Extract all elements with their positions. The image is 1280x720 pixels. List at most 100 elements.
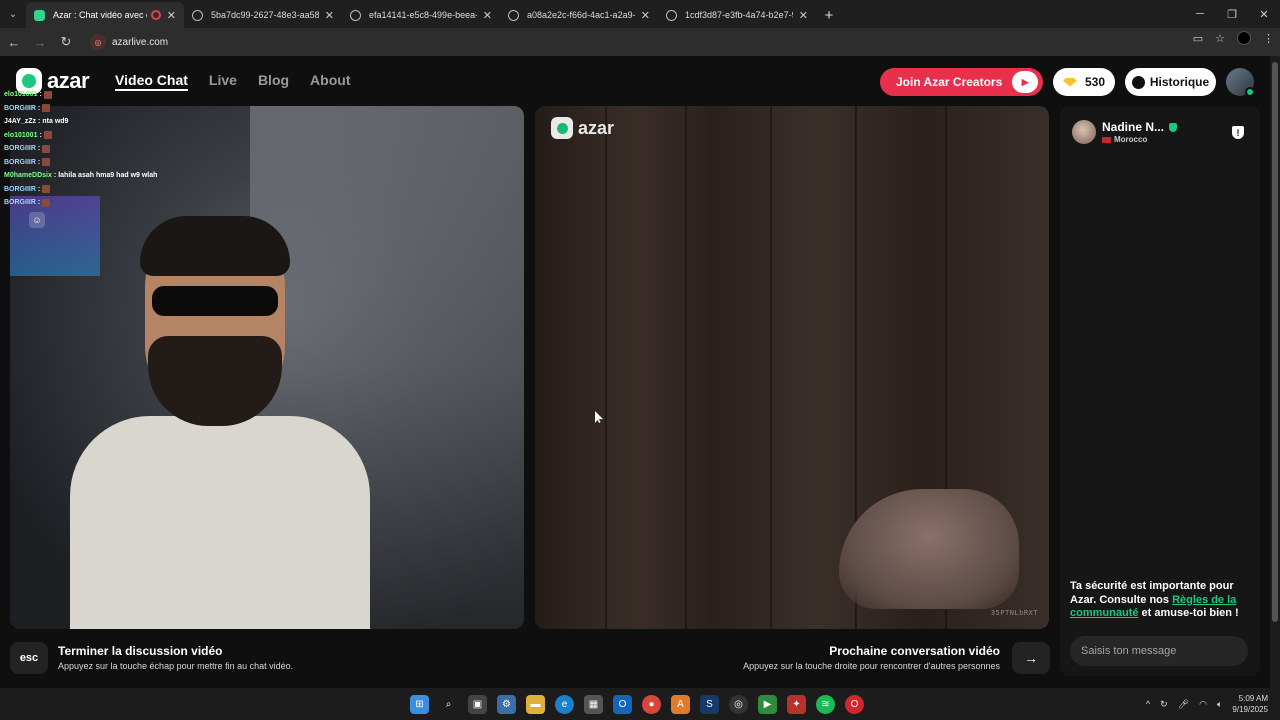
back-icon[interactable]: ←: [2, 30, 26, 54]
tab-title: Azar : Chat vidéo avec de n: [53, 10, 147, 20]
tab-3[interactable]: efa14141-e5c8-499e-beea-950 ✕: [342, 2, 500, 28]
sync-icon[interactable]: ↻: [1160, 699, 1168, 710]
app-circle-icon[interactable]: ◎: [729, 694, 748, 714]
task-view-icon[interactable]: ▣: [468, 694, 487, 714]
bookmark-star-icon[interactable]: ☆: [1215, 32, 1225, 45]
date-text: 9/19/2025: [1232, 705, 1268, 714]
close-tab-icon[interactable]: ✕: [325, 9, 334, 22]
nav-live[interactable]: Live: [209, 72, 237, 91]
chat-line: BORGIIIR:: [4, 102, 157, 116]
peer-profile[interactable]: Nadine N... Morocco: [1072, 120, 1178, 144]
tab-5[interactable]: 1cdf3d87-e3fb-4a74-b2e7-97b ✕: [658, 2, 816, 28]
close-tab-icon[interactable]: ✕: [167, 9, 176, 22]
settings-icon[interactable]: ⚙: [497, 694, 516, 714]
app-green-icon[interactable]: ▶: [758, 694, 777, 714]
opera-icon[interactable]: O: [845, 694, 864, 714]
edge-icon[interactable]: e: [555, 694, 574, 714]
report-icon[interactable]: !: [1232, 126, 1244, 139]
url-field[interactable]: ◎ azarlive.com: [86, 31, 1171, 53]
azar-logo-icon: [551, 117, 573, 139]
chat-line: J4AY_zZz: nta wd9: [4, 118, 69, 125]
streamer-figure: [70, 216, 370, 629]
site-info-icon[interactable]: ◎: [90, 34, 106, 50]
tab-4[interactable]: a08a2e2c-f66d-4ac1-a2a9-e90 ✕: [500, 2, 658, 28]
watermark-text: azar: [578, 117, 615, 138]
safety-notice: Ta sécurité est importante pour Azar. Co…: [1070, 580, 1239, 619]
chrome-icon[interactable]: ●: [642, 694, 661, 714]
close-tab-icon[interactable]: ✕: [483, 9, 492, 22]
profile-icon[interactable]: [1237, 31, 1251, 45]
reload-icon[interactable]: ↻: [54, 30, 78, 54]
volume-icon[interactable]: 🔈︎: [1217, 699, 1222, 710]
tab-azar[interactable]: Azar : Chat vidéo avec de n ✕: [26, 2, 184, 28]
peer-name: Nadine N...: [1102, 120, 1165, 134]
message-input[interactable]: Saisis ton message: [1070, 636, 1248, 666]
user-avatar[interactable]: [1226, 68, 1255, 97]
maximize-icon[interactable]: ❐: [1216, 0, 1248, 28]
tab-2[interactable]: 5ba7dc99-2627-48e3-aa58-e6f ✕: [184, 2, 342, 28]
bottom-controls: esc Terminer la discussion vidéo Appuyez…: [10, 642, 1050, 676]
peer-country: Morocco: [1114, 135, 1148, 144]
store-icon[interactable]: ▦: [584, 694, 603, 714]
browser-tab-bar: ⌄ Azar : Chat vidéo avec de n ✕ 5ba7dc99…: [0, 0, 1280, 28]
taskbar-clock[interactable]: 5:09 AM 9/19/2025: [1232, 693, 1268, 715]
gem-icon: [1062, 77, 1077, 87]
close-tab-icon[interactable]: ✕: [641, 9, 650, 22]
morocco-flag-icon: [1102, 136, 1111, 143]
globe-icon: [192, 9, 203, 21]
tab-title: a08a2e2c-f66d-4ac1-a2a9-e90: [527, 10, 635, 20]
nav-blog[interactable]: Blog: [258, 72, 289, 91]
camera-effects-button[interactable]: ☺: [29, 212, 45, 228]
emote-icon: [42, 185, 51, 194]
app-red-icon[interactable]: ✦: [787, 694, 806, 714]
join-creators-button[interactable]: Join Azar Creators ▶: [880, 68, 1043, 96]
clock-icon: [1131, 75, 1145, 89]
forward-icon[interactable]: →: [28, 30, 52, 54]
menu-icon[interactable]: ⋮: [1263, 32, 1274, 45]
file-explorer-icon[interactable]: ▬: [526, 694, 545, 714]
next-chat-hint: Appuyez sur la touche droite pour rencon…: [743, 661, 1000, 671]
history-button[interactable]: Historique: [1125, 68, 1216, 96]
remote-watermark: azar: [551, 117, 614, 139]
gems-button[interactable]: 530: [1053, 68, 1115, 96]
join-creators-label: Join Azar Creators: [896, 75, 1003, 89]
next-chat-title: Prochaine conversation vidéo: [829, 644, 1000, 658]
url-text: azarlive.com: [112, 36, 169, 48]
stream-chat-overlay: elo101001: BORGIIIR: J4AY_zZz: nta wd9 el…: [4, 88, 157, 210]
azar-page: azar Video Chat Live Blog About Join Aza…: [0, 56, 1270, 688]
globe-icon: [350, 9, 361, 21]
spotify-icon[interactable]: ≋: [816, 694, 835, 714]
wifi-icon[interactable]: ◠: [1199, 699, 1207, 710]
cast-icon[interactable]: ▭: [1193, 32, 1203, 45]
chat-line: BORGIIIR:: [4, 142, 157, 156]
online-status-icon: [1245, 87, 1255, 97]
steam-icon[interactable]: S: [700, 694, 719, 714]
chat-line: elo101001:: [4, 129, 157, 143]
window-controls: ─ ❐ ✕: [1184, 0, 1280, 28]
globe-icon: [508, 9, 519, 21]
globe-icon: [666, 9, 677, 21]
chevron-up-icon[interactable]: ^: [1146, 699, 1150, 709]
page-scrollbar[interactable]: [1270, 56, 1280, 688]
tab-search-icon[interactable]: ⌄: [0, 0, 26, 28]
close-tab-icon[interactable]: ✕: [799, 9, 808, 22]
emote-icon: [42, 144, 51, 153]
outlook-icon[interactable]: O: [613, 694, 632, 714]
end-chat-button[interactable]: esc: [10, 642, 48, 674]
chat-line: BORGIIIR:: [4, 156, 157, 170]
history-label: Historique: [1149, 75, 1210, 89]
app-orange-icon[interactable]: A: [671, 694, 690, 714]
close-window-icon[interactable]: ✕: [1248, 0, 1280, 28]
time-text: 5:09 AM: [1238, 694, 1268, 703]
gem-count: 530: [1084, 75, 1106, 89]
windows-start-icon[interactable]: ⊞: [410, 694, 429, 714]
next-chat-button[interactable]: →: [1012, 642, 1050, 674]
tab-title: efa14141-e5c8-499e-beea-950: [369, 10, 477, 20]
minimize-icon[interactable]: ─: [1184, 0, 1216, 28]
search-icon[interactable]: ⌕: [439, 695, 458, 714]
new-tab-button[interactable]: +: [816, 2, 842, 28]
nav-about[interactable]: About: [310, 72, 350, 91]
microphone-icon[interactable]: 🎤︎: [1178, 699, 1189, 710]
peer-avatar[interactable]: [1072, 120, 1096, 144]
chat-line: M0hameDDsix: lahila asah hma9 had w9 wlah: [4, 172, 158, 179]
